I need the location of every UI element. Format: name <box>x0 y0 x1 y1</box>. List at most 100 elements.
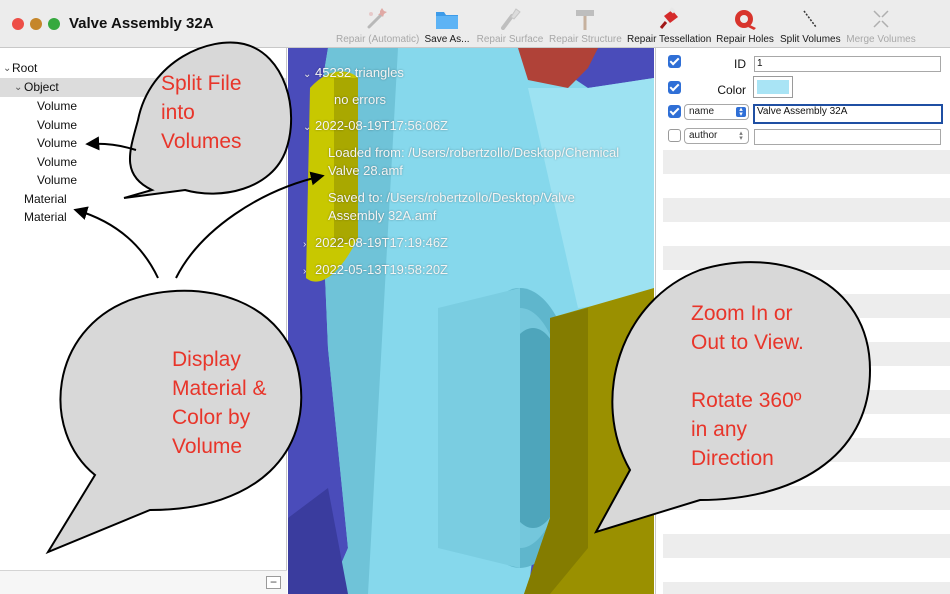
callout-line: Rotate 360º <box>691 389 802 412</box>
outline-item-volume[interactable]: Volume <box>0 171 286 190</box>
brush-icon <box>501 8 521 30</box>
repair-holes-button[interactable]: Repair Holes <box>716 4 774 46</box>
saved-to-line: Assembly 32A.amf <box>328 208 437 223</box>
disclosure-closed-icon[interactable]: › <box>303 266 315 277</box>
id-label: ID <box>734 57 746 71</box>
log-entry-date: 2022-05-13T19:58:20Z <box>315 262 448 277</box>
merge-arrows-icon <box>873 10 889 28</box>
outline-pane: ⌄ Root ⌄ Object Volume Volume Volume Vol… <box>0 48 287 594</box>
outline-item-label: Material <box>24 192 67 206</box>
loaded-from-line: Loaded from: /Users/robertzollo/Desktop/… <box>328 145 620 160</box>
outline-footer: − <box>0 570 287 594</box>
repair-surface-button[interactable]: Repair Surface <box>476 4 544 46</box>
callout-line: in any <box>691 418 748 441</box>
popup-arrows-icon: ▴ ▾ <box>736 106 746 118</box>
disclosure-open-icon[interactable]: ⌄ <box>3 59 11 78</box>
outline-item-label: Volume <box>37 136 78 150</box>
split-volumes-label: Split Volumes <box>780 34 841 45</box>
empty-row <box>663 534 950 558</box>
id-checkbox[interactable] <box>668 55 681 68</box>
log-entry-date: 2022-08-19T17:19:46Z <box>315 235 448 250</box>
title-bar: Valve Assembly 32A Repair (Automatic) Sa… <box>0 0 950 48</box>
repair-tessellation-button[interactable]: Repair Tessellation <box>627 4 711 46</box>
name-checkbox[interactable] <box>668 105 681 118</box>
callout-line: into <box>161 101 195 124</box>
empty-row <box>663 246 950 270</box>
display-callout-text: Display Material & Color by Volume <box>172 345 267 461</box>
callout-spacer <box>691 357 804 386</box>
repair-holes-label: Repair Holes <box>716 34 774 45</box>
tape-roll-icon <box>735 10 756 30</box>
outline-item-label: Root <box>12 61 38 75</box>
callout-line: Zoom In or <box>691 302 793 325</box>
empty-row <box>663 150 950 174</box>
outline-item-label: Volume <box>37 118 78 132</box>
author-checkbox[interactable] <box>668 129 681 142</box>
log-entry-2[interactable]: › 2022-08-19T17:19:46Z <box>303 235 448 250</box>
saved-to-path: Saved to: /Users/robertzollo/Desktop/Val… <box>328 189 575 225</box>
disclosure-open-icon[interactable]: ⌄ <box>303 69 315 80</box>
id-field[interactable]: 1 <box>754 56 941 72</box>
callout-line: Out to View. <box>691 331 804 354</box>
log-entry-date: 2022-08-19T17:56:06Z <box>315 118 448 133</box>
glue-bottle-icon <box>659 7 678 29</box>
close-window-button[interactable] <box>12 18 24 30</box>
triangle-count: 45232 triangles <box>315 65 404 80</box>
metadata-key: author <box>689 130 718 141</box>
history-log: ⌄ 45232 triangles no errors ⌄ 2022-08-19T1… <box>288 48 654 348</box>
saved-to-line: Saved to: /Users/robertzollo/Desktop/Val… <box>328 190 575 205</box>
outline-item-material[interactable]: Material <box>0 190 286 209</box>
name-value-field[interactable]: Valve Assembly 32A <box>753 104 943 124</box>
remove-item-button[interactable]: − <box>266 576 281 589</box>
save-as-button[interactable]: Save As... <box>424 4 470 46</box>
repair-structure-button[interactable]: Repair Structure <box>549 4 622 46</box>
outline-item-volume[interactable]: Volume <box>0 134 286 153</box>
zoom-callout-text: Zoom In or Out to View. Rotate 360º in a… <box>691 299 804 473</box>
disclosure-open-icon[interactable]: ⌄ <box>303 122 315 133</box>
split-line-icon <box>803 10 817 28</box>
outline-item-volume[interactable]: Volume <box>0 97 286 116</box>
outline-item-volume[interactable]: Volume <box>0 153 286 172</box>
repair-tessellation-label: Repair Tessellation <box>627 34 712 45</box>
metadata-key-popup[interactable]: author ▴ ▾ <box>684 128 749 144</box>
outline-item-label: Object <box>24 80 59 94</box>
loaded-from-path: Loaded from: /Users/robertzollo/Desktop/… <box>328 144 619 180</box>
repair-automatic-label: Repair (Automatic) <box>336 34 420 45</box>
minimize-window-button[interactable] <box>30 18 42 30</box>
split-callout-text: Split File into Volumes <box>161 69 242 156</box>
outline-item-root[interactable]: ⌄ Root <box>0 59 286 78</box>
color-swatch <box>757 80 789 94</box>
log-entry-3[interactable]: › 2022-05-13T19:58:20Z <box>303 262 448 277</box>
color-label: Color <box>717 83 746 97</box>
color-well[interactable] <box>753 76 793 98</box>
split-volumes-button[interactable]: Split Volumes <box>780 4 841 46</box>
author-value-field[interactable] <box>754 129 941 145</box>
color-checkbox[interactable] <box>668 81 681 94</box>
zoom-window-button[interactable] <box>48 18 60 30</box>
popup-arrows-icon: ▴ ▾ <box>736 130 746 142</box>
error-status: no errors <box>334 92 387 107</box>
log-entry-summary[interactable]: ⌄ 45232 triangles <box>303 65 404 80</box>
disclosure-open-icon[interactable]: ⌄ <box>14 78 22 97</box>
outline-item-object[interactable]: ⌄ Object <box>0 78 286 97</box>
merge-volumes-label: Merge Volumes <box>846 34 916 45</box>
callout-line: Display <box>172 348 241 371</box>
merge-volumes-button[interactable]: Merge Volumes <box>846 4 916 46</box>
repair-structure-label: Repair Structure <box>549 34 622 45</box>
metadata-key: name <box>689 106 715 117</box>
outline-item-material[interactable]: Material <box>0 208 286 227</box>
3d-viewport[interactable]: ⌄ 45232 triangles no errors ⌄ 2022-08-19T1… <box>288 48 654 594</box>
log-entry-1[interactable]: ⌄ 2022-08-19T17:56:06Z <box>303 118 448 133</box>
folder-icon <box>436 12 458 29</box>
outline-item-label: Volume <box>37 155 78 169</box>
callout-line: Direction <box>691 447 774 470</box>
metadata-key-popup[interactable]: name ▴ ▾ <box>684 104 749 120</box>
callout-line: Material & <box>172 377 267 400</box>
outline-item-volume[interactable]: Volume <box>0 116 286 135</box>
outline-item-label: Material <box>24 210 67 224</box>
empty-row <box>663 486 950 510</box>
repair-automatic-button[interactable]: Repair (Automatic) <box>336 4 420 46</box>
disclosure-closed-icon[interactable]: › <box>303 239 315 250</box>
wand-wrench-icon <box>367 8 387 29</box>
empty-row <box>663 582 950 594</box>
